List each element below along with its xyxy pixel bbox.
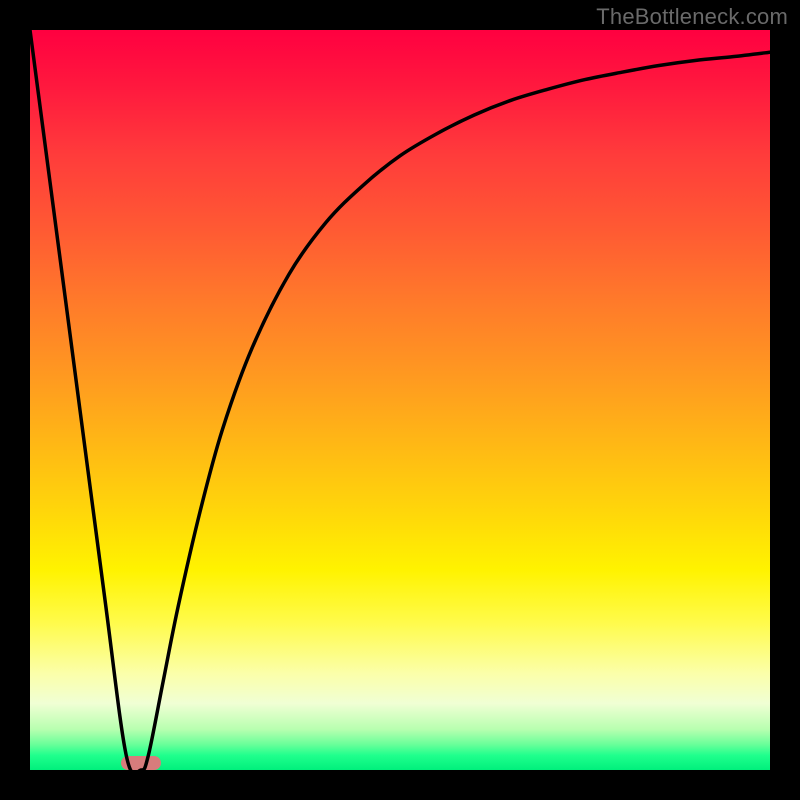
curve-svg <box>30 30 770 770</box>
plot-area <box>30 30 770 770</box>
watermark-text: TheBottleneck.com <box>596 4 788 30</box>
bottleneck-curve <box>30 30 770 770</box>
chart-frame: TheBottleneck.com <box>0 0 800 800</box>
